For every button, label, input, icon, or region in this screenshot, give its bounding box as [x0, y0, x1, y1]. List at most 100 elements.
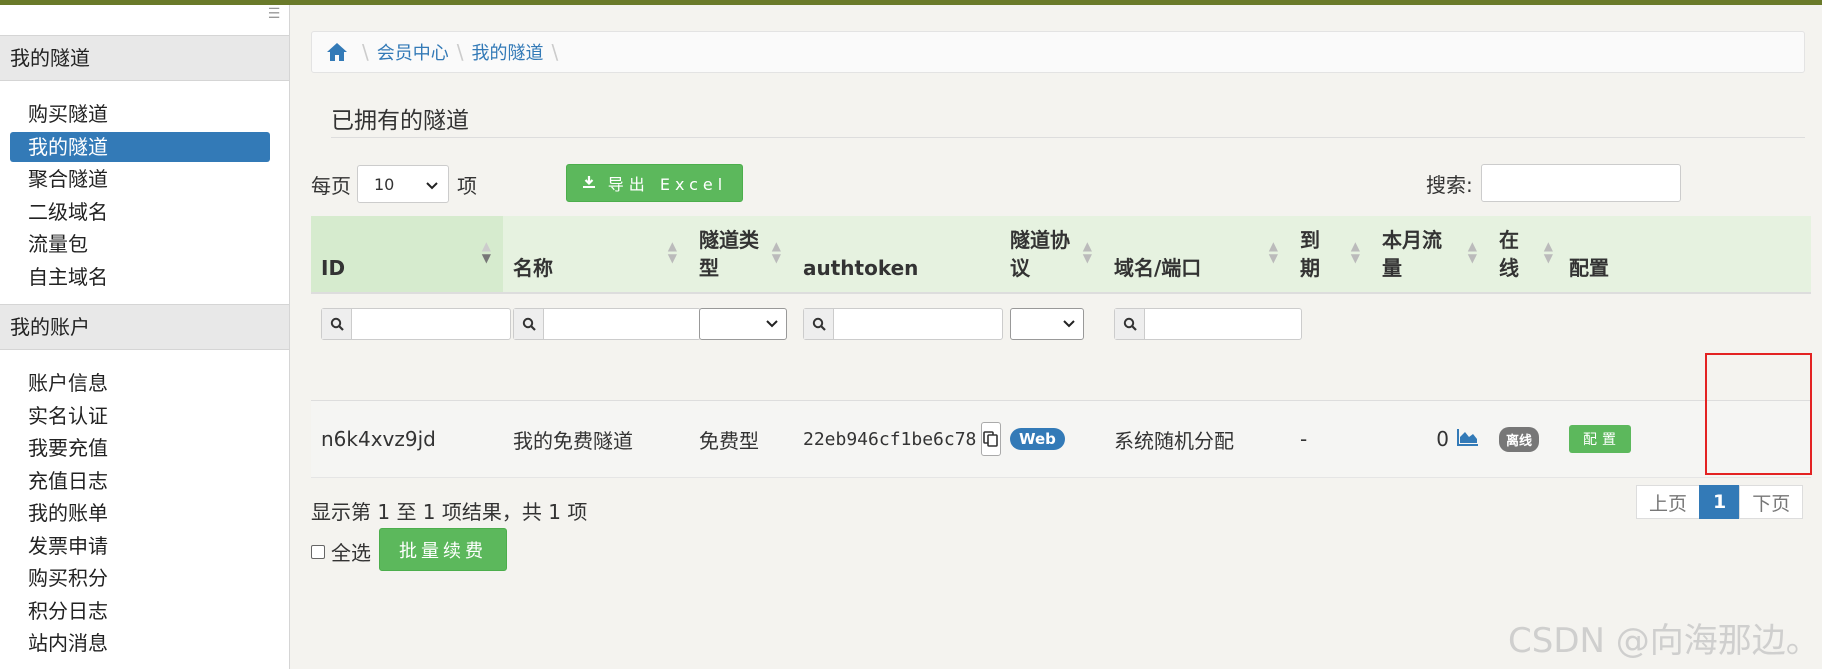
export-excel-label: 导出 Excel — [607, 175, 728, 194]
chevron-down-icon — [1063, 320, 1075, 328]
column-header-label: ID — [321, 256, 346, 280]
chevron-down-icon — [426, 175, 438, 194]
select-all-checkbox[interactable] — [311, 544, 325, 559]
breadcrumb: \ 会员中心 \ 我的隧道 \ — [311, 31, 1805, 73]
column-header-label: authtoken — [803, 256, 919, 280]
next-page-button[interactable]: 下页 — [1739, 485, 1804, 519]
search-input[interactable] — [1480, 164, 1681, 202]
cell-expire: - — [1300, 427, 1308, 451]
column-header-type[interactable]: 隧道类型 ▲ ▼ — [689, 216, 793, 292]
sidebar-section-header-tunnels[interactable]: 我的隧道 — [0, 35, 289, 81]
traffic-value: 0 — [1436, 427, 1449, 451]
filter-protocol — [1000, 308, 1104, 340]
filter-id-input[interactable] — [321, 308, 511, 340]
search-control: 搜索: — [1426, 164, 1681, 202]
sidebar-item-custom-domain[interactable]: 自主域名 — [10, 262, 270, 292]
sidebar-item-recharge[interactable]: 我要充值 — [10, 433, 270, 463]
column-header-label: 本月流量 — [1382, 228, 1442, 280]
sidebar-item-buy-tunnel[interactable]: 购买隧道 — [10, 99, 270, 129]
column-header-label: 域名/端口 — [1114, 256, 1202, 280]
column-header-name[interactable]: 名称 ▲ ▼ — [503, 216, 689, 292]
filter-protocol-select[interactable] — [1010, 308, 1084, 340]
per-page-prefix: 每页 — [311, 173, 351, 198]
column-header-traffic[interactable]: 本月流量 ▲ ▼ — [1372, 216, 1489, 292]
column-header-config: 配置 — [1559, 216, 1641, 292]
sidebar-item-my-bills[interactable]: 我的账单 — [10, 498, 270, 528]
cell-traffic: 0 — [1372, 427, 1489, 451]
cell-domain: 系统随机分配 — [1114, 428, 1234, 453]
page-length-control: 每页 10 项 — [311, 165, 477, 203]
search-icon — [322, 309, 352, 339]
select-all: 全选 — [311, 537, 371, 566]
pagination: 上页 1 下页 — [1636, 485, 1804, 519]
table-header: ID ▲ ▼ 名称 ▲ ▼ 隧道类型 ▲ ▼ authtoken 隧道协议 ▲ ▼ 域名… — [311, 216, 1811, 294]
online-status-badge: 离线 — [1499, 426, 1540, 452]
area-chart-icon[interactable] — [1457, 427, 1479, 451]
authtoken-value: 22eb946cf1be6c78 — [803, 428, 977, 450]
column-header-label: 配置 — [1569, 256, 1609, 280]
menu-collapse-icon[interactable]: ☰ — [265, 7, 283, 21]
config-button[interactable]: 配置 — [1569, 425, 1631, 453]
home-icon[interactable] — [326, 42, 348, 62]
batch-renew-button[interactable]: 批量续费 — [379, 528, 507, 571]
sort-icon: ▲ ▼ — [1350, 239, 1360, 265]
column-header-domain[interactable]: 域名/端口 ▲ ▼ — [1104, 216, 1290, 292]
filter-authtoken-input[interactable] — [803, 308, 1003, 340]
column-header-online[interactable]: 在线 ▲ ▼ — [1489, 216, 1559, 292]
sidebar-item-recharge-log[interactable]: 充值日志 — [10, 466, 270, 496]
download-icon — [582, 174, 596, 193]
column-header-label: 隧道类型 — [699, 228, 759, 280]
highlight-annotation-box — [1705, 353, 1812, 475]
sidebar-item-messages[interactable]: 站内消息 — [10, 628, 270, 658]
column-header-label: 隧道协议 — [1010, 228, 1070, 280]
column-header-id[interactable]: ID ▲ ▼ — [311, 216, 503, 292]
filter-authtoken — [793, 308, 1003, 340]
column-header-expire[interactable]: 到期 ▲ ▼ — [1290, 216, 1372, 292]
sidebar-item-buy-points[interactable]: 购买积分 — [10, 563, 270, 593]
filter-type — [689, 308, 793, 340]
prev-page-button[interactable]: 上页 — [1636, 485, 1701, 519]
filter-name-input[interactable] — [513, 308, 701, 340]
search-icon — [514, 309, 544, 339]
per-page-select[interactable]: 10 — [357, 165, 449, 203]
table-info: 显示第 1 至 1 项结果，共 1 项 — [311, 500, 588, 524]
main-content: \ 会员中心 \ 我的隧道 \ 已拥有的隧道 每页 10 项 导出 Excel … — [311, 5, 1812, 669]
filter-id — [311, 308, 511, 340]
breadcrumb-my-tunnels[interactable]: 我的隧道 — [472, 39, 544, 65]
sidebar-item-points-log[interactable]: 积分日志 — [10, 596, 270, 626]
sort-desc-icon: ▲ ▼ — [481, 239, 491, 265]
column-header-protocol[interactable]: 隧道协议 ▲ ▼ — [1000, 216, 1104, 292]
copy-icon[interactable] — [981, 422, 1002, 456]
column-header-label: 名称 — [513, 256, 553, 280]
cell-online: 离线 — [1489, 426, 1559, 452]
filter-domain — [1104, 308, 1302, 340]
search-icon — [1115, 309, 1145, 339]
table-row: n6k4xvz9jd 我的免费隧道 免费型 22eb946cf1be6c78 W… — [311, 400, 1811, 478]
sidebar-item-account-info[interactable]: 账户信息 — [10, 368, 270, 398]
watermark: CSDN @向海那边。 — [1508, 621, 1820, 661]
select-all-label: 全选 — [331, 541, 371, 565]
sidebar-item-traffic-pack[interactable]: 流量包 — [10, 229, 270, 259]
per-page-suffix: 项 — [457, 173, 477, 198]
column-filter-row — [311, 294, 1811, 354]
cell-authtoken: 22eb946cf1be6c78 — [793, 422, 1002, 456]
sidebar-section-header-account[interactable]: 我的账户 — [0, 304, 289, 350]
sidebar-item-invoice[interactable]: 发票申请 — [10, 531, 270, 561]
export-excel-button[interactable]: 导出 Excel — [566, 164, 743, 202]
sidebar-item-verification[interactable]: 实名认证 — [10, 401, 270, 431]
filter-domain-input[interactable] — [1114, 308, 1302, 340]
sidebar-tunnel-menu: 购买隧道 我的隧道 聚合隧道 二级域名 流量包 自主域名 — [0, 81, 289, 304]
sort-icon: ▲ ▼ — [667, 239, 677, 265]
breadcrumb-member-center[interactable]: 会员中心 — [377, 39, 449, 65]
sidebar-item-my-tunnels[interactable]: 我的隧道 — [10, 131, 270, 162]
filter-type-select[interactable] — [699, 308, 787, 340]
tunnel-table: ID ▲ ▼ 名称 ▲ ▼ 隧道类型 ▲ ▼ authtoken 隧道协议 ▲ ▼ 域名… — [311, 216, 1811, 478]
cell-protocol: Web — [1000, 428, 1104, 450]
sort-icon: ▲ ▼ — [1467, 239, 1477, 265]
page-button-current[interactable]: 1 — [1699, 485, 1741, 519]
sidebar-account-menu: 账户信息 实名认证 我要充值 充值日志 我的账单 发票申请 购买积分 积分日志 … — [0, 350, 289, 669]
protocol-badge: Web — [1010, 428, 1065, 450]
sidebar-item-subdomain[interactable]: 二级域名 — [10, 197, 270, 227]
sidebar-item-aggregate-tunnels[interactable]: 聚合隧道 — [10, 164, 270, 194]
column-header-authtoken: authtoken — [793, 216, 1000, 292]
